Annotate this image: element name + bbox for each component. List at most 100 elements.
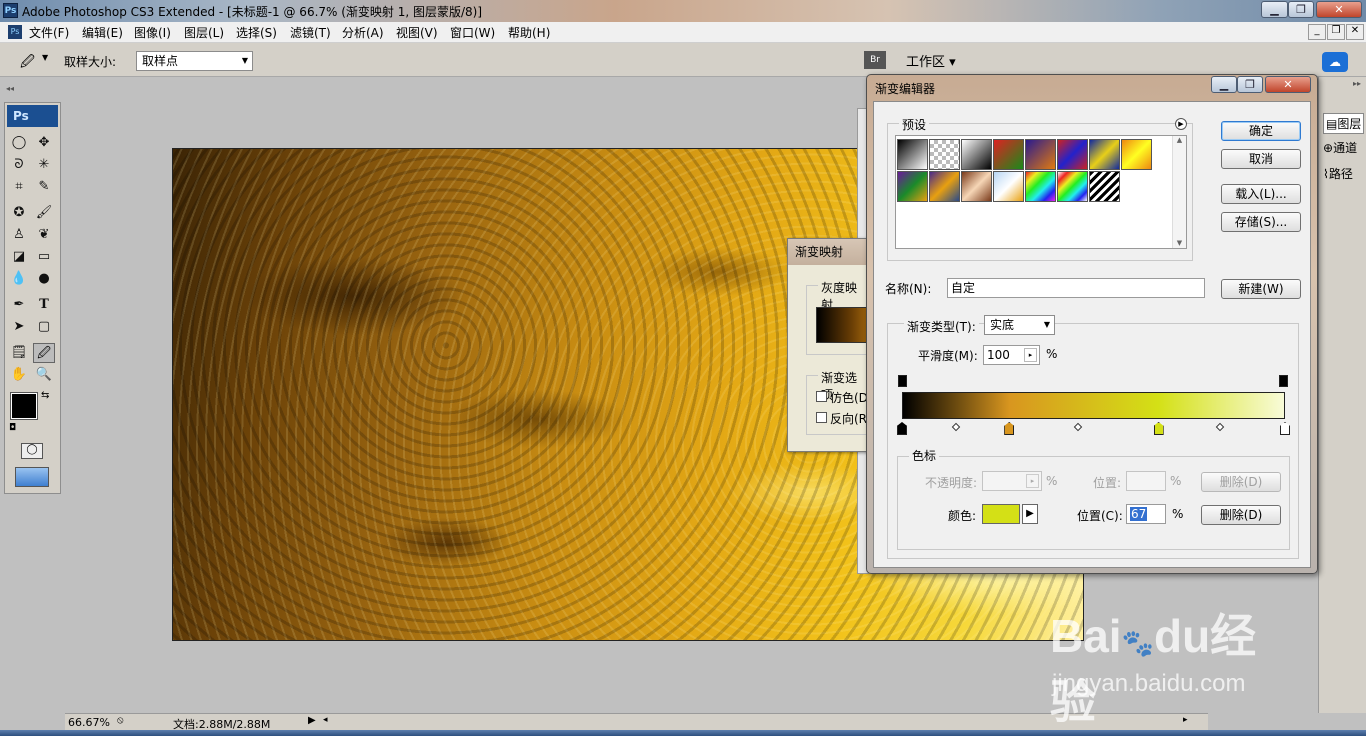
opacity-stop-right[interactable] <box>1279 375 1288 387</box>
status-menu-arrow-icon[interactable]: ▶ <box>308 715 316 726</box>
path-selection-tool-icon[interactable]: ➤ <box>8 317 30 337</box>
presets-menu-arrow-icon[interactable]: ▶ <box>1175 118 1187 130</box>
magic-wand-tool-icon[interactable]: ✳ <box>33 155 55 175</box>
hand-tool-icon[interactable]: ✋ <box>8 365 30 385</box>
close-button[interactable]: ✕ <box>1316 1 1362 18</box>
opacity-position-input[interactable] <box>1126 471 1166 491</box>
preset-gradient-swatch[interactable] <box>961 139 992 170</box>
preset-gradient-swatch[interactable] <box>993 139 1024 170</box>
cancel-button[interactable]: 取消 <box>1221 149 1301 169</box>
pen-tool-icon[interactable]: ✒ <box>8 295 30 315</box>
menu-analysis[interactable]: 分析(A) <box>342 24 384 41</box>
crop-tool-icon[interactable]: ⌗ <box>8 177 30 197</box>
dialog-close-button[interactable]: ✕ <box>1265 76 1311 93</box>
zoom-level[interactable]: 66.67% <box>68 716 110 729</box>
healing-brush-tool-icon[interactable]: ✪ <box>8 203 30 223</box>
menu-file[interactable]: 文件(F) <box>29 24 69 41</box>
move-tool-icon[interactable]: ✥ <box>33 133 55 153</box>
preset-gradient-swatch[interactable] <box>929 171 960 202</box>
menu-view[interactable]: 视图(V) <box>396 24 438 41</box>
doc-minimize-button[interactable]: _ <box>1308 24 1326 40</box>
stop-color-swatch[interactable] <box>982 504 1020 524</box>
new-gradient-button[interactable]: 新建(W) <box>1221 279 1301 299</box>
cloud-icon[interactable]: ☁ <box>1322 52 1348 72</box>
preset-gradient-swatch[interactable] <box>929 139 960 170</box>
presets-scrollbar[interactable]: ▲ ▼ <box>1172 136 1186 248</box>
dither-checkbox[interactable] <box>816 391 827 402</box>
preset-gradient-swatch[interactable] <box>993 171 1024 202</box>
reverse-checkbox[interactable] <box>816 412 827 423</box>
preset-gradient-swatch[interactable] <box>897 171 928 202</box>
doc-close-button[interactable]: ✕ <box>1346 24 1364 40</box>
doc-restore-button[interactable]: ❐ <box>1327 24 1345 40</box>
opacity-stop-left[interactable] <box>898 375 907 387</box>
midpoint-diamond-icon[interactable] <box>1073 422 1083 432</box>
scroll-up-icon[interactable]: ▲ <box>1173 136 1186 144</box>
color-stop[interactable] <box>1004 422 1015 435</box>
menu-select[interactable]: 选择(S) <box>236 24 277 41</box>
paths-panel-tab[interactable]: ⌇路径 <box>1323 165 1353 182</box>
quick-mask-icon[interactable]: ◯ <box>21 443 43 459</box>
delete-opacity-stop-button[interactable]: 删除(D) <box>1201 472 1281 492</box>
menu-filter[interactable]: 滤镜(T) <box>290 24 331 41</box>
color-menu-arrow-icon[interactable]: ▶ <box>1022 504 1038 524</box>
preset-gradient-swatch[interactable] <box>897 139 928 170</box>
opacity-arrow-icon[interactable]: ▸ <box>1026 474 1039 488</box>
opacity-input[interactable]: ▸ <box>982 471 1042 491</box>
status-info-icon[interactable]: ⦸ <box>117 715 124 726</box>
brush-tool-icon[interactable]: 🖌 <box>33 203 55 223</box>
smoothness-input[interactable]: 100 ▸ <box>983 345 1040 365</box>
slice-tool-icon[interactable]: ✎ <box>33 177 55 197</box>
bridge-icon[interactable]: Br <box>864 51 886 69</box>
eyedropper-tool-icon[interactable]: 🖉 <box>33 343 55 363</box>
preset-gradient-swatch[interactable] <box>1089 171 1120 202</box>
marquee-tool-icon[interactable]: ◯ <box>8 133 30 153</box>
history-brush-tool-icon[interactable]: ❦ <box>33 225 55 245</box>
menu-edit[interactable]: 编辑(E) <box>82 24 123 41</box>
color-position-input[interactable]: 67 <box>1126 504 1166 524</box>
preset-gradient-swatch[interactable] <box>1025 139 1056 170</box>
delete-color-stop-button[interactable]: 删除(D) <box>1201 505 1281 525</box>
lasso-tool-icon[interactable]: ᘐ <box>8 155 30 175</box>
gradient-type-select[interactable]: 实底 ▼ <box>984 315 1055 335</box>
foreground-color-swatch[interactable] <box>10 392 38 420</box>
shape-tool-icon[interactable]: ▢ <box>33 317 55 337</box>
preset-gradient-swatch[interactable] <box>1089 139 1120 170</box>
tool-preset-chevron-down-icon[interactable]: ▼ <box>42 53 48 62</box>
type-tool-icon[interactable]: T <box>33 295 55 315</box>
menu-image[interactable]: 图像(I) <box>134 24 171 41</box>
notes-tool-icon[interactable]: 🗒 <box>8 343 30 363</box>
dialog-minimize-button[interactable]: ▁ <box>1211 76 1237 93</box>
load-button[interactable]: 载入(L)... <box>1221 184 1301 204</box>
toolbox-collapse-icon[interactable]: ◂◂ <box>6 84 14 93</box>
swap-colors-icon[interactable]: ⇆ <box>41 390 49 401</box>
maximize-button[interactable]: ❐ <box>1288 1 1314 18</box>
panel-expand-icon[interactable]: ▸▸ <box>1353 79 1361 88</box>
layers-panel-tab[interactable]: ▤图层 <box>1323 113 1365 134</box>
name-input[interactable]: 自定 <box>947 278 1205 298</box>
smoothness-arrow-icon[interactable]: ▸ <box>1024 348 1037 362</box>
zoom-tool-icon[interactable]: 🔍 <box>33 365 55 385</box>
eyedropper-icon[interactable]: 🖉 <box>20 51 35 75</box>
midpoint-diamond-icon[interactable] <box>1215 422 1225 432</box>
preset-gradient-swatch[interactable] <box>961 171 992 202</box>
sample-size-select[interactable]: 取样点 ▼ <box>136 51 253 71</box>
color-stop[interactable] <box>1153 422 1164 435</box>
minimize-button[interactable]: ▁ <box>1261 1 1288 18</box>
menu-window[interactable]: 窗口(W) <box>450 24 495 41</box>
default-colors-icon[interactable]: ◘ <box>9 423 16 433</box>
preset-gradient-swatch[interactable] <box>1025 171 1056 202</box>
menu-layer[interactable]: 图层(L) <box>184 24 224 41</box>
scroll-down-icon[interactable]: ▼ <box>1173 239 1186 247</box>
screen-mode-icon[interactable] <box>15 467 49 487</box>
gradient-tool-icon[interactable]: ▭ <box>33 247 55 267</box>
workspace-menu[interactable]: 工作区 ▾ <box>906 51 956 70</box>
clone-stamp-tool-icon[interactable]: ♙ <box>8 225 30 245</box>
save-button[interactable]: 存储(S)... <box>1221 212 1301 232</box>
preset-gradient-swatch[interactable] <box>1057 139 1088 170</box>
ok-button[interactable]: 确定 <box>1221 121 1301 141</box>
dialog-maximize-button[interactable]: ❐ <box>1237 76 1263 93</box>
gradient-preview-bar[interactable] <box>902 392 1285 419</box>
document-icon[interactable]: Ps <box>8 25 22 39</box>
dodge-tool-icon[interactable]: ● <box>33 269 55 289</box>
